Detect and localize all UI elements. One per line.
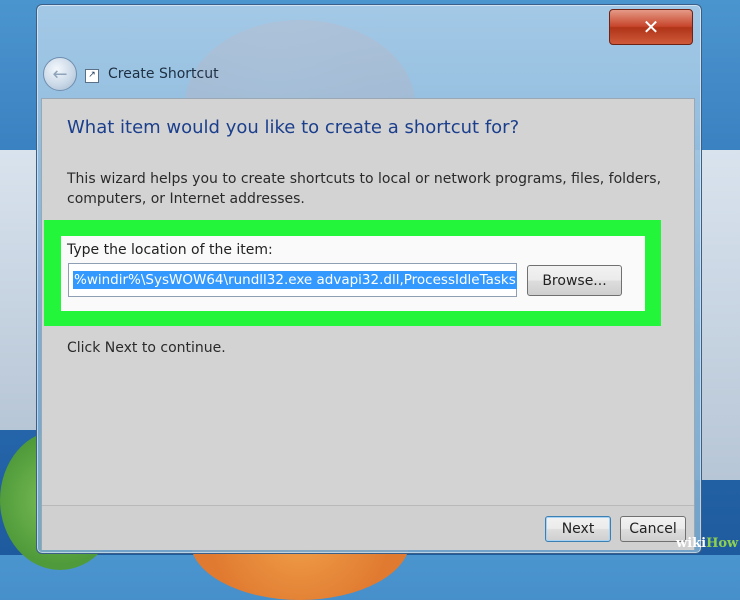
wizard-heading: What item would you like to create a sho…: [67, 117, 520, 138]
wizard-description: This wizard helps you to create shortcut…: [67, 171, 662, 207]
wizard-content: What item would you like to create a sho…: [41, 98, 695, 550]
watermark-suffix: How: [706, 536, 739, 551]
back-button[interactable]: ←: [43, 57, 77, 91]
wizard-footer: Next Cancel: [42, 505, 694, 550]
close-button[interactable]: ✕: [609, 9, 693, 45]
continue-instruction: Click Next to continue.: [67, 340, 226, 356]
watermark-prefix: wiki: [676, 536, 707, 551]
watermark: wikiHow: [676, 536, 738, 551]
location-input[interactable]: %windir%\SysWOW64\rundll32.exe advapi32.…: [68, 263, 517, 297]
browse-button[interactable]: Browse...: [527, 265, 622, 296]
location-input-value: %windir%\SysWOW64\rundll32.exe advapi32.…: [73, 271, 517, 289]
location-label: Type the location of the item:: [67, 242, 273, 258]
create-shortcut-window: ✕ ← ↗ Create Shortcut What item would yo…: [36, 4, 702, 554]
back-arrow-icon: ←: [52, 63, 68, 85]
next-button[interactable]: Next: [545, 516, 611, 542]
shortcut-icon: ↗: [85, 69, 99, 83]
close-icon: ✕: [642, 15, 660, 39]
window-title: Create Shortcut: [108, 66, 219, 82]
background-window-edge: [0, 150, 36, 430]
